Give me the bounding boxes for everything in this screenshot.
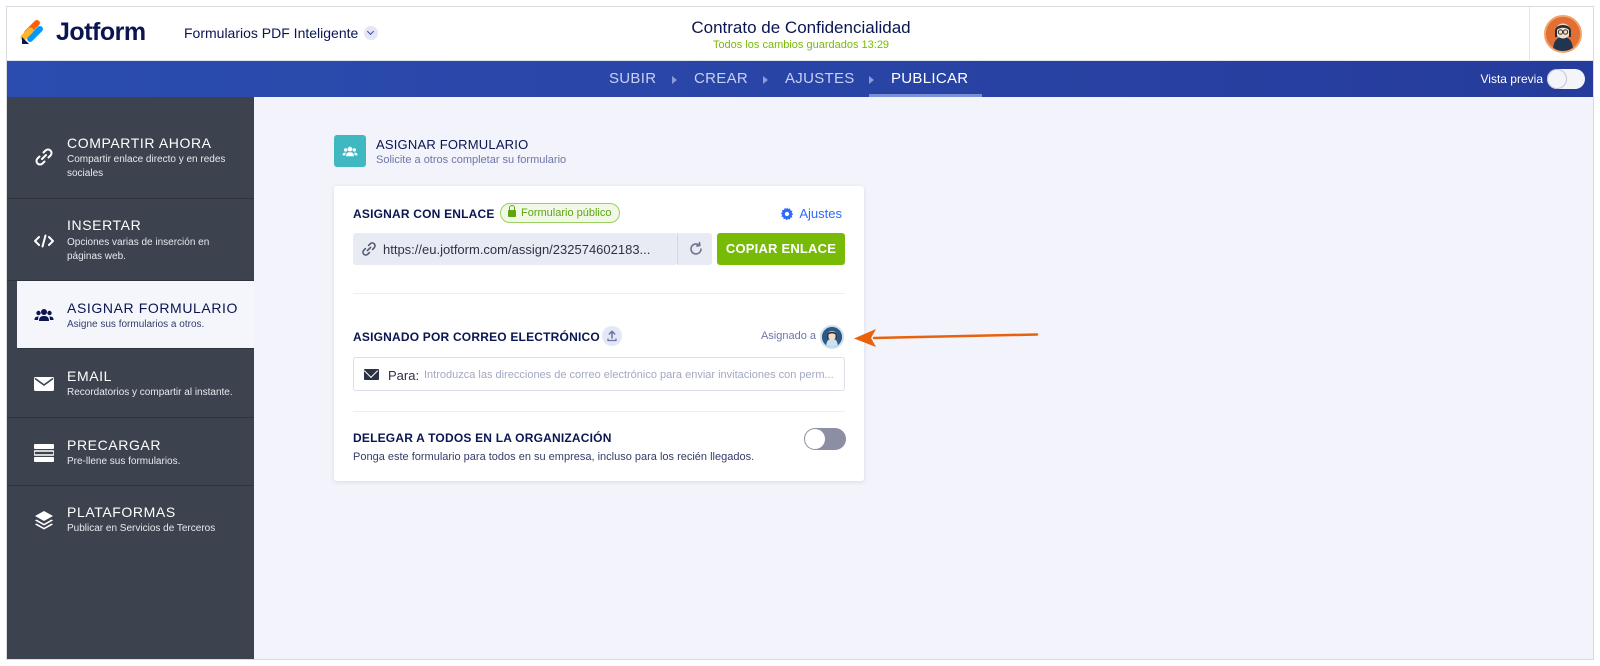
tab-subir[interactable]: SUBIR <box>609 61 656 97</box>
tab-publicar[interactable]: PUBLICAR <box>891 61 968 97</box>
code-icon <box>33 230 55 252</box>
sidebar-item-precargar[interactable]: PRECARGAR Pre-llene sus formularios. <box>7 418 254 486</box>
preview-toggle[interactable] <box>1547 69 1585 89</box>
assign-url-field[interactable]: https://eu.jotform.com/assign/2325746021… <box>353 233 677 265</box>
avatar-illustration <box>1546 17 1580 51</box>
email-input[interactable] <box>424 364 836 386</box>
assigned-to-label: Asignado a <box>760 330 816 342</box>
account-area <box>1529 7 1593 61</box>
upload-icon[interactable] <box>602 326 622 346</box>
assign-card: ASIGNAR CON ENLACE Formulario público Aj… <box>334 186 864 481</box>
lock-icon <box>508 204 516 218</box>
sidebar-item-email[interactable]: EMAIL Recordatorios y compartir al insta… <box>7 349 254 418</box>
sidebar-item-label: PRECARGAR <box>67 437 162 453</box>
user-avatar[interactable] <box>1544 15 1582 53</box>
users-icon <box>334 135 366 167</box>
to-label: Para: <box>388 368 420 383</box>
users-icon <box>33 304 55 326</box>
assign-link-label: ASIGNAR CON ENLACE <box>353 207 495 221</box>
settings-link[interactable]: Ajustes <box>780 206 842 221</box>
toggle-knob <box>1548 70 1566 88</box>
tab-crear[interactable]: CREAR <box>694 61 748 97</box>
step-arrow-icon <box>763 76 768 84</box>
envelope-icon <box>364 369 379 380</box>
gear-icon <box>781 206 794 220</box>
active-tab-indicator <box>869 94 982 97</box>
sidebar-item-desc: Pre-llene sus formularios. <box>67 456 181 467</box>
delegate-label: DELEGAR A TODOS EN LA ORGANIZACIÓN <box>353 431 612 445</box>
email-recipients-field[interactable]: Para: <box>353 357 845 391</box>
divider <box>353 411 845 412</box>
sidebar-item-desc: Recordatorios y compartir al instante. <box>67 387 233 398</box>
refresh-icon <box>690 241 702 255</box>
tab-ajustes[interactable]: AJUSTES <box>785 61 855 97</box>
sidebar-item-desc: Compartir enlace directo y en redes soci… <box>67 154 226 179</box>
sidebar-item-label: COMPARTIR AHORA <box>67 135 212 151</box>
sidebar-item-plataformas[interactable]: PLATAFORMAS Publicar en Servicios de Ter… <box>7 486 254 556</box>
avatar-illustration <box>822 327 842 347</box>
section-title: ASIGNAR FORMULARIO <box>376 137 529 152</box>
assignee-avatar[interactable] <box>820 325 844 349</box>
sidebar-item-label: INSERTAR <box>67 217 142 233</box>
sidebar-item-label: PLATAFORMAS <box>67 504 176 520</box>
annotation-arrow <box>854 329 1039 347</box>
sidebar-item-desc: Opciones varias de inserción en páginas … <box>67 237 210 262</box>
delegate-toggle[interactable] <box>804 428 846 450</box>
sidebar-item-desc: Publicar en Servicios de Terceros <box>67 523 216 534</box>
badge-label: Formulario público <box>521 207 612 219</box>
app-window: Jotform Formularios PDF Inteligente Cont… <box>6 6 1594 660</box>
upload-arrow <box>607 330 617 342</box>
assign-url: https://eu.jotform.com/assign/2325746021… <box>383 242 651 257</box>
assign-email-label: ASIGNADO POR CORREO ELECTRÓNICO <box>353 330 600 344</box>
step-arrow-icon <box>672 76 677 84</box>
step-arrow-icon <box>869 76 874 84</box>
copy-link-button[interactable]: COPIAR ENLACE <box>717 233 845 265</box>
sidebar-item-label: ASIGNAR FORMULARIO <box>67 300 239 316</box>
refresh-link-button[interactable] <box>677 233 712 265</box>
top-header: Jotform Formularios PDF Inteligente Cont… <box>7 7 1593 61</box>
settings-label: Ajustes <box>799 206 842 221</box>
sidebar-item-asignar[interactable]: ASIGNAR FORMULARIO Asigne sus formulario… <box>17 281 254 349</box>
document-title[interactable]: Contrato de Confidencialidad <box>7 18 1593 38</box>
publish-sidebar: COMPARTIR AHORA Compartir enlace directo… <box>7 97 254 659</box>
link-icon <box>362 242 376 256</box>
save-status: Todos los cambios guardados 13:29 <box>712 39 890 51</box>
sidebar-item-desc: Asigne sus formularios a otros. <box>67 319 205 330</box>
section-subtitle: Solicite a otros completar su formulario <box>376 154 567 166</box>
wizard-nav: SUBIR CREAR AJUSTES PUBLICAR Vista previ… <box>7 61 1593 97</box>
divider <box>353 293 845 294</box>
link-icon <box>33 146 55 168</box>
envelope-icon <box>33 373 55 395</box>
preview-label: Vista previa <box>1480 72 1543 86</box>
layers-icon <box>33 509 55 531</box>
public-form-badge[interactable]: Formulario público <box>500 203 621 223</box>
delegate-description: Ponga este formulario para todos en su e… <box>353 451 755 463</box>
sidebar-item-insertar[interactable]: INSERTAR Opciones varias de inserción en… <box>7 199 254 281</box>
sidebar-item-label: EMAIL <box>67 368 113 384</box>
prefill-icon <box>33 442 55 464</box>
toggle-knob <box>805 429 825 449</box>
sidebar-item-compartir[interactable]: COMPARTIR AHORA Compartir enlace directo… <box>7 97 254 199</box>
